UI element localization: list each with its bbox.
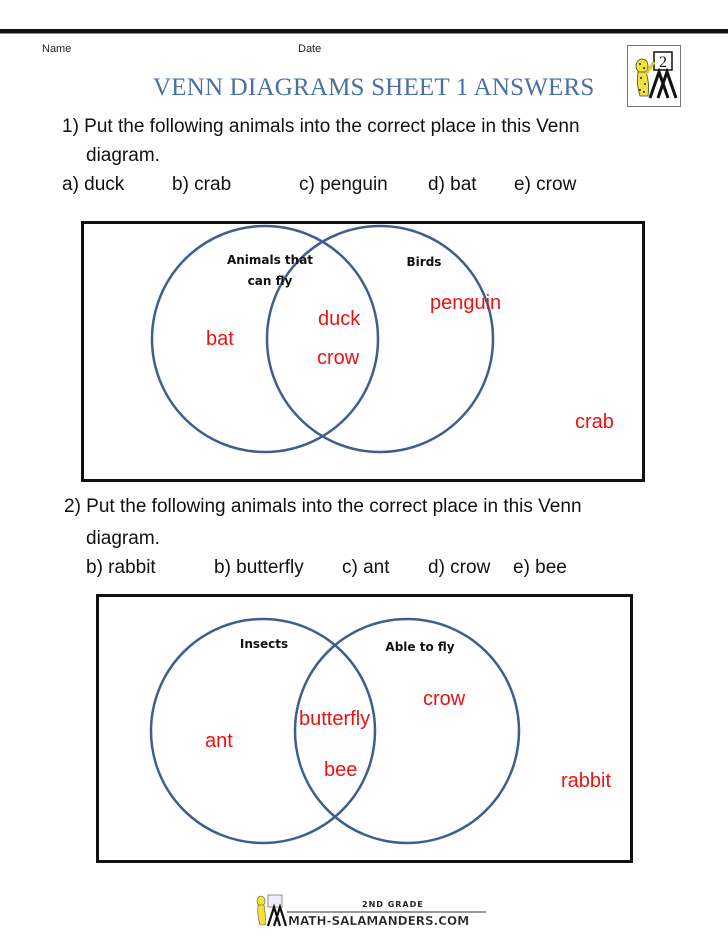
- question-1-option: c) penguin: [299, 174, 388, 195]
- question-2-option: b) butterfly: [214, 557, 304, 578]
- math-salamanders-logo-icon: 2ND GRADE MATH-SALAMANDERS.COM: [254, 893, 488, 929]
- venn-1-right-only-item: penguin: [430, 292, 502, 314]
- venn-2-intersection-item: bee: [324, 759, 358, 781]
- venn-1-intersection-item: duck: [318, 308, 361, 330]
- question-1-prompt-line1: 1) Put the following animals into the co…: [62, 116, 580, 137]
- question-1-option: a) duck: [62, 174, 125, 195]
- question-1-option: b) crab: [172, 174, 232, 195]
- question-1-option: e) crow: [514, 174, 577, 195]
- venn-1-right-set-label: Birds: [406, 255, 442, 269]
- venn-1-intersection-item: crow: [317, 347, 360, 369]
- question-1-prompt-line2: diagram.: [86, 145, 160, 166]
- venn-2-left-circle: [149, 617, 377, 845]
- venn-2-outside-item: rabbit: [561, 770, 612, 792]
- venn-2-right-set-label: Able to fly: [385, 640, 455, 654]
- venn-diagram-1: Animals that can fly Birds bat duck crow…: [81, 221, 645, 482]
- question-1-option: d) bat: [428, 174, 477, 195]
- venn-2-right-only-item: crow: [423, 688, 466, 710]
- question-2-option: b) rabbit: [86, 557, 156, 578]
- question-2-prompt-line2: diagram.: [86, 528, 160, 549]
- venn-1-left-set-label-line1: Animals that: [226, 253, 314, 267]
- venn-1-left-only-item: bat: [206, 328, 234, 350]
- name-label: Name: [42, 43, 72, 55]
- logo-number: 2: [659, 54, 667, 71]
- date-label: Date: [298, 43, 322, 55]
- venn-2-left-set-label: Insects: [239, 637, 289, 651]
- footer-grade-text: 2ND GRADE: [362, 900, 424, 909]
- page-title: VENN DIAGRAMS SHEET 1 ANSWERS: [153, 74, 595, 101]
- question-2-prompt-line1: 2) Put the following animals into the co…: [64, 496, 582, 517]
- question-2-option: e) bee: [513, 557, 567, 578]
- venn-diagram-2: Insects Able to fly ant butterfly bee cr…: [96, 594, 633, 863]
- venn-2-intersection-item: butterfly: [299, 708, 371, 730]
- venn-2-left-only-item: ant: [205, 730, 233, 752]
- footer-site-text: MATH-SALAMANDERS.COM: [288, 914, 469, 928]
- venn-1-outside-item: crab: [575, 411, 614, 433]
- venn-diagram-1-circles: [150, 224, 495, 454]
- question-2-option: d) crow: [428, 557, 491, 578]
- top-rule: [0, 29, 728, 34]
- question-2-option: c) ant: [342, 557, 390, 578]
- venn-1-left-set-label-line2: can fly: [247, 274, 293, 288]
